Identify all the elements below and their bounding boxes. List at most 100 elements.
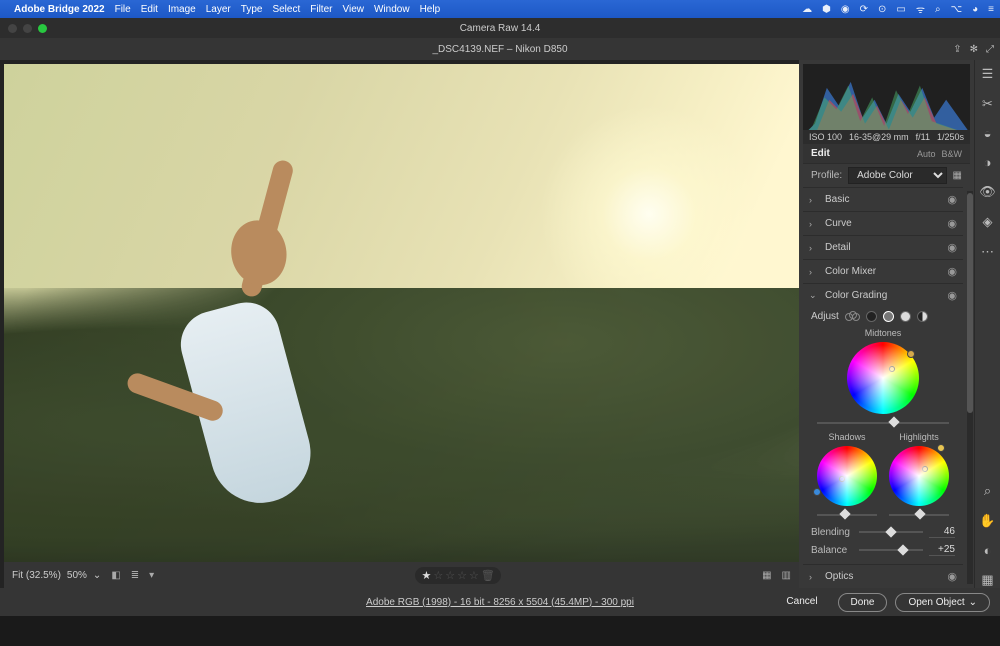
control-center-icon[interactable]: ⌥ xyxy=(951,4,963,15)
eye-icon[interactable]: ◉ xyxy=(947,265,957,278)
image-info-link[interactable]: Adobe RGB (1998) - 16 bit - 8256 x 5504 … xyxy=(366,597,634,608)
trash-icon[interactable]: 🗑 xyxy=(481,569,495,582)
traffic-zoom[interactable] xyxy=(38,24,47,33)
traffic-close[interactable] xyxy=(8,24,17,33)
edit-header: Edit Auto B&W xyxy=(803,144,970,163)
profile-browser-icon[interactable]: ▦ xyxy=(953,170,962,181)
compare-icon[interactable]: ◧ xyxy=(111,570,120,581)
presets-icon[interactable]: ◈ xyxy=(983,214,993,230)
cancel-button[interactable]: Cancel xyxy=(774,593,829,612)
profile-select[interactable]: Adobe Color xyxy=(848,167,946,184)
chevron-right-icon: › xyxy=(809,243,819,253)
menu-view[interactable]: View xyxy=(342,4,364,15)
status-icon[interactable]: ⬢ xyxy=(822,4,831,15)
heal-icon[interactable]: ◒ xyxy=(984,126,992,141)
histogram[interactable] xyxy=(803,64,970,130)
section-color-mixer[interactable]: ›Color Mixer◉ xyxy=(803,260,963,283)
document-title: _DSC4139.NEF – Nikon D850 xyxy=(432,44,567,55)
color-sampler-icon[interactable]: ◐ xyxy=(984,543,992,558)
exif-iso: ISO 100 xyxy=(809,132,842,142)
section-curve[interactable]: ›Curve◉ xyxy=(803,212,963,235)
search-icon[interactable]: ⌕ xyxy=(935,4,941,15)
open-object-button[interactable]: Open Object⌄ xyxy=(895,593,990,612)
midtones-luminance-slider[interactable] xyxy=(817,418,949,428)
fullscreen-icon[interactable]: ⤢ xyxy=(986,44,994,55)
menu-file[interactable]: File xyxy=(115,4,131,15)
global-mode-icon[interactable] xyxy=(917,311,928,322)
wifi-icon[interactable]: ᯤ xyxy=(916,2,925,16)
midtones-color-wheel[interactable] xyxy=(847,342,919,414)
export-icon[interactable]: ⇪ xyxy=(953,44,961,55)
zoom-dropdown-icon[interactable]: ⌄ xyxy=(93,570,101,581)
menu-edit[interactable]: Edit xyxy=(141,4,158,15)
filter-icon[interactable]: ≣ xyxy=(131,570,139,581)
exif-shutter: 1/250s xyxy=(937,132,964,142)
hand-tool-icon[interactable]: ✋ xyxy=(979,513,995,529)
chevron-right-icon: › xyxy=(809,195,819,205)
edit-sliders-icon[interactable]: ☰ xyxy=(982,66,994,82)
app-name[interactable]: Adobe Bridge 2022 xyxy=(14,4,105,15)
crop-icon[interactable]: ✂ xyxy=(982,96,993,112)
shadows-mode-icon[interactable] xyxy=(866,311,877,322)
rating-widget[interactable]: ★ ☆ ☆ ☆ ☆ 🗑 xyxy=(415,567,500,584)
eye-icon[interactable]: ◉ xyxy=(947,570,957,583)
eye-icon[interactable]: ◉ xyxy=(947,289,957,302)
section-basic[interactable]: ›Basic◉ xyxy=(803,188,963,211)
section-detail[interactable]: ›Detail◉ xyxy=(803,236,963,259)
image-canvas[interactable] xyxy=(4,64,799,562)
mask-icon[interactable]: ◑ xyxy=(984,155,992,170)
done-button[interactable]: Done xyxy=(838,593,888,612)
status-icon[interactable]: ⟳ xyxy=(860,4,868,15)
highlights-mode-icon[interactable] xyxy=(900,311,911,322)
star-icon[interactable]: ☆ xyxy=(469,569,479,582)
star-icon[interactable]: ☆ xyxy=(457,569,467,582)
midtones-mode-icon[interactable] xyxy=(883,311,894,322)
funnel-icon[interactable]: ▾ xyxy=(149,570,154,581)
star-icon[interactable]: ★ xyxy=(421,569,431,582)
more-icon[interactable]: ⋯ xyxy=(981,244,994,260)
zoom-fit[interactable]: Fit (32.5%) xyxy=(12,570,61,581)
toggle-grid-icon[interactable]: ▦ xyxy=(981,572,993,588)
chevron-down-icon[interactable]: ⌄ xyxy=(969,597,977,608)
shadows-luminance-slider[interactable] xyxy=(817,510,877,520)
shadows-color-wheel[interactable] xyxy=(817,446,877,506)
menu-filter[interactable]: Filter xyxy=(310,4,332,15)
section-optics[interactable]: ›Optics◉ xyxy=(803,565,963,588)
filmstrip-icon[interactable]: ▥ xyxy=(782,570,791,581)
zoom-tool-icon[interactable]: ⌕ xyxy=(984,483,991,499)
star-icon[interactable]: ☆ xyxy=(433,569,443,582)
section-color-grading[interactable]: ⌄Color Grading◉ xyxy=(803,284,963,307)
menu-type[interactable]: Type xyxy=(241,4,263,15)
eye-icon[interactable]: ◉ xyxy=(947,241,957,254)
menu-image[interactable]: Image xyxy=(168,4,196,15)
menu-help[interactable]: Help xyxy=(420,4,441,15)
star-icon[interactable]: ☆ xyxy=(445,569,455,582)
settings-gear-icon[interactable]: ✻ xyxy=(970,44,978,55)
menu-layer[interactable]: Layer xyxy=(206,4,231,15)
status-icon[interactable]: ☁︎ xyxy=(802,4,812,15)
eye-icon[interactable]: ◉ xyxy=(947,193,957,206)
balance-slider[interactable]: Balance +25 xyxy=(811,544,955,556)
shadows-label: Shadows xyxy=(828,432,865,442)
panel-scrollbar[interactable] xyxy=(967,191,973,584)
blending-slider[interactable]: Blending 46 xyxy=(811,526,955,538)
auto-button[interactable]: Auto xyxy=(917,149,936,159)
menu-select[interactable]: Select xyxy=(272,4,300,15)
menu-window[interactable]: Window xyxy=(374,4,410,15)
three-way-icon[interactable] xyxy=(845,311,860,322)
battery-icon[interactable]: ▭ xyxy=(896,4,905,15)
highlights-luminance-slider[interactable] xyxy=(889,510,949,520)
zoom-pct[interactable]: 50% xyxy=(67,570,87,581)
exif-bar: ISO 100 16-35@29 mm f/11 1/250s xyxy=(803,130,970,144)
redeye-icon[interactable]: 👁 xyxy=(979,184,996,200)
menu-extra-icon[interactable]: ≡ xyxy=(988,4,994,15)
status-icon[interactable]: ⊙ xyxy=(878,4,886,15)
siri-icon[interactable]: ◕ xyxy=(972,4,978,15)
traffic-minimize[interactable] xyxy=(23,24,32,33)
highlights-color-wheel[interactable] xyxy=(889,446,949,506)
eye-icon[interactable]: ◉ xyxy=(947,217,957,230)
bw-button[interactable]: B&W xyxy=(941,149,962,159)
canvas-toolbar: Fit (32.5%) 50% ⌄ ◧ ≣ ▾ ★ ☆ ☆ ☆ ☆ 🗑 ▦ ▥ xyxy=(4,562,799,588)
status-icon[interactable]: ◉ xyxy=(841,4,850,15)
grid-view-icon[interactable]: ▦ xyxy=(762,570,771,581)
